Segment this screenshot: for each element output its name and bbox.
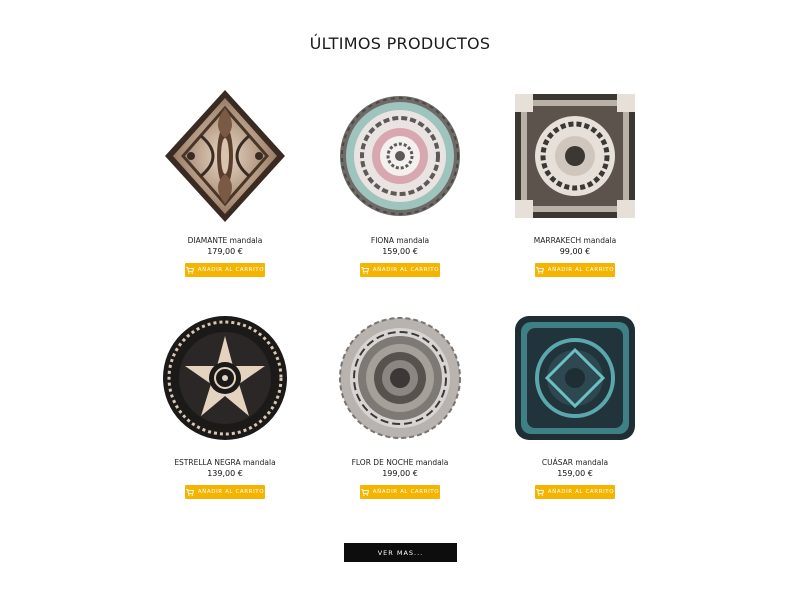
cart-icon: [360, 488, 369, 496]
section-title: ÚLTIMOS PRODUCTOS: [309, 34, 491, 53]
product-price: 159,00 €: [557, 469, 593, 478]
product-name[interactable]: FIONA mandala: [330, 236, 470, 245]
product-card-marrakech: MARRAKECH mandala 99,00 € AÑADIR AL CARR…: [505, 86, 645, 281]
product-price: 179,00 €: [207, 247, 243, 256]
product-card-diamante: DIAMANTE mandala 179,00 € AÑADIR AL CARR…: [155, 86, 295, 281]
product-name[interactable]: FLOR DE NOCHE mandala: [330, 458, 470, 467]
product-card-flor-de-noche: FLOR DE NOCHE mandala 199,00 € AÑADIR AL…: [330, 308, 470, 503]
product-name[interactable]: MARRAKECH mandala: [505, 236, 645, 245]
view-more-button[interactable]: VER MAS...: [344, 543, 457, 562]
product-name[interactable]: DIAMANTE mandala: [155, 236, 295, 245]
product-grid: DIAMANTE mandala 179,00 € AÑADIR AL CARR…: [155, 86, 645, 506]
product-card-estrella-negra: ESTRELLA NEGRA mandala 139,00 € AÑADIR A…: [155, 308, 295, 503]
add-to-cart-button[interactable]: AÑADIR AL CARRITO: [360, 485, 440, 499]
add-to-cart-label: AÑADIR AL CARRITO: [547, 267, 615, 273]
cart-icon: [535, 266, 544, 274]
product-card-fiona: FIONA mandala 159,00 € AÑADIR AL CARRITO: [330, 86, 470, 281]
add-to-cart-button[interactable]: AÑADIR AL CARRITO: [535, 485, 615, 499]
product-price: 99,00 €: [559, 247, 591, 256]
product-price: 199,00 €: [382, 469, 418, 478]
add-to-cart-label: AÑADIR AL CARRITO: [197, 267, 265, 273]
add-to-cart-button[interactable]: AÑADIR AL CARRITO: [535, 263, 615, 277]
add-to-cart-button[interactable]: AÑADIR AL CARRITO: [185, 485, 265, 499]
product-card-cuasar: CUÁSAR mandala 159,00 € AÑADIR AL CARRIT…: [505, 308, 645, 503]
add-to-cart-button[interactable]: AÑADIR AL CARRITO: [360, 263, 440, 277]
product-price: 139,00 €: [207, 469, 243, 478]
cart-icon: [535, 488, 544, 496]
product-name[interactable]: CUÁSAR mandala: [505, 458, 645, 467]
product-name[interactable]: ESTRELLA NEGRA mandala: [155, 458, 295, 467]
add-to-cart-button[interactable]: AÑADIR AL CARRITO: [185, 263, 265, 277]
diamond-mandala-image[interactable]: [161, 86, 289, 226]
cart-icon: [185, 266, 194, 274]
add-to-cart-label: AÑADIR AL CARRITO: [197, 489, 265, 495]
square-mandala-image[interactable]: [511, 308, 639, 448]
flower-mandala-image[interactable]: [336, 308, 464, 448]
cart-icon: [360, 266, 369, 274]
cart-icon: [185, 488, 194, 496]
round-mandala-image[interactable]: [161, 308, 289, 448]
product-price: 159,00 €: [382, 247, 418, 256]
square-mandala-image[interactable]: [511, 86, 639, 226]
add-to-cart-label: AÑADIR AL CARRITO: [547, 489, 615, 495]
add-to-cart-label: AÑADIR AL CARRITO: [372, 267, 440, 273]
round-mandala-image[interactable]: [336, 86, 464, 226]
add-to-cart-label: AÑADIR AL CARRITO: [372, 489, 440, 495]
